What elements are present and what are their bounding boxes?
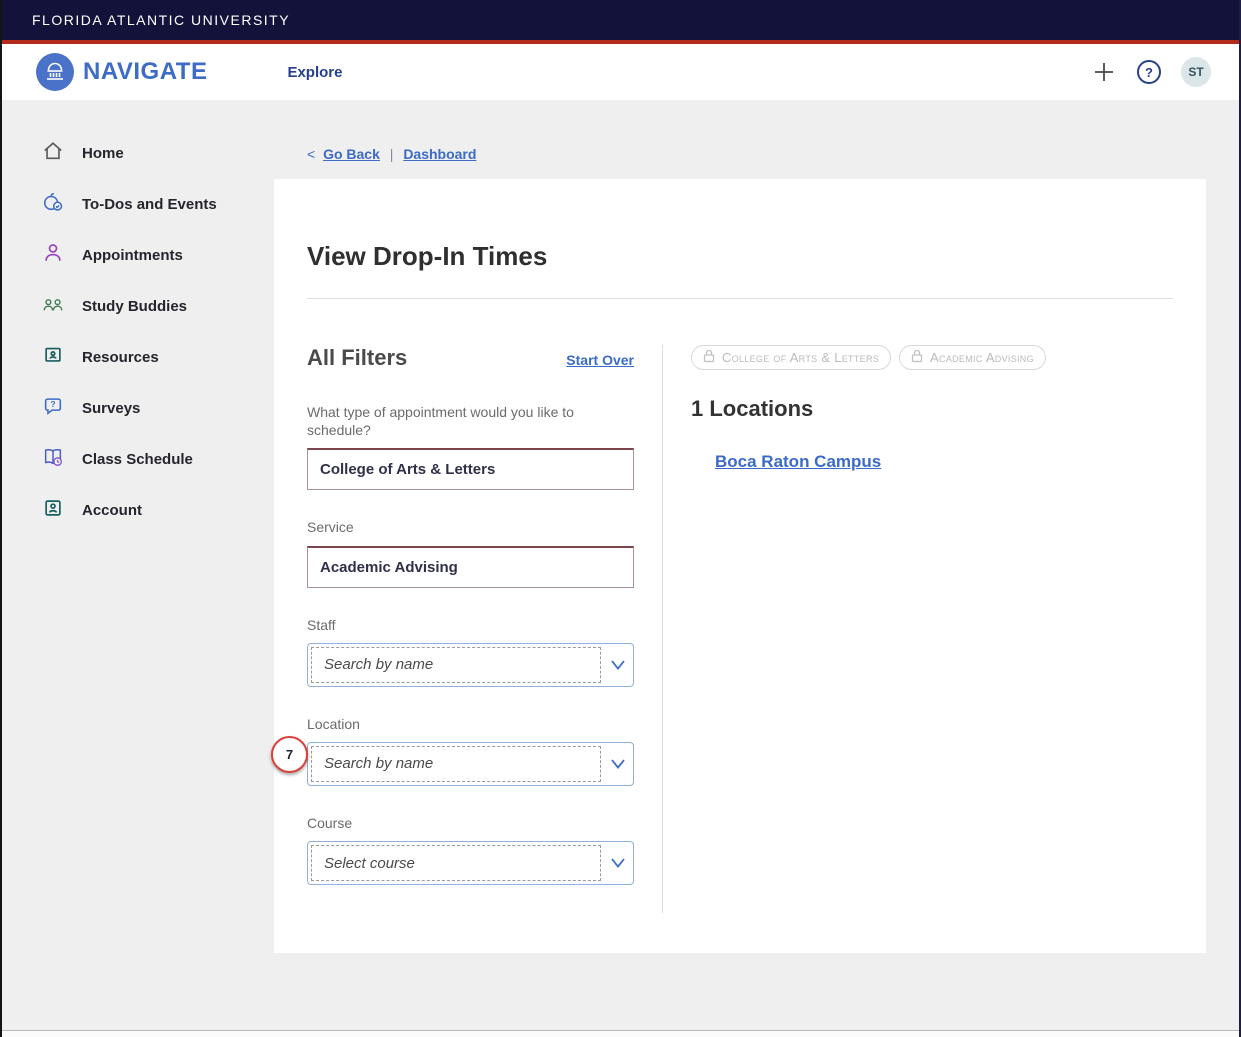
sidebar-item-label: To-Dos and Events (82, 196, 217, 213)
lock-icon (911, 349, 923, 366)
sidebar-nav: Home To-Dos and Events Appointments (2, 100, 274, 536)
page-title: View Drop-In Times (307, 241, 1173, 272)
location-dropdown[interactable]: 7 (307, 742, 634, 786)
course-field: Course (307, 814, 634, 885)
account-icon (42, 497, 64, 524)
appointment-type-label: What type of appointment would you like … (307, 403, 607, 439)
sidebar-item-study-buddies[interactable]: Study Buddies (2, 281, 274, 332)
todos-icon (42, 191, 64, 218)
filter-chip-label: College of Arts & Letters (722, 350, 879, 365)
back-chevron-icon: < (307, 146, 315, 162)
appointment-type-input[interactable] (307, 448, 634, 490)
resources-icon (42, 344, 64, 371)
sidebar-item-class-schedule[interactable]: Class Schedule (2, 434, 274, 485)
breadcrumb-separator: | (390, 146, 394, 162)
app-window: FLORIDA ATLANTIC UNIVERSITY NAVIGATE Exp… (0, 0, 1241, 1037)
sidebar-item-account[interactable]: Account (2, 485, 274, 536)
location-label: Location (307, 715, 607, 733)
service-field: Service (307, 518, 634, 587)
brand-name: NAVIGATE (83, 58, 207, 86)
location-search-input[interactable] (311, 746, 601, 782)
chevron-down-icon[interactable] (610, 659, 626, 671)
staff-field: Staff (307, 616, 634, 687)
chevron-down-icon[interactable] (610, 758, 626, 770)
home-icon (42, 140, 64, 167)
breadcrumb: < Go Back | Dashboard (307, 146, 1206, 162)
dashboard-link[interactable]: Dashboard (403, 146, 476, 162)
location-link-boca-raton[interactable]: Boca Raton Campus (715, 452, 881, 472)
university-top-bar: FLORIDA ATLANTIC UNIVERSITY (2, 0, 1239, 40)
staff-dropdown[interactable] (307, 643, 634, 687)
study-buddies-icon (42, 293, 64, 320)
course-dropdown[interactable] (307, 841, 634, 885)
content-area: Home To-Dos and Events Appointments (2, 100, 1239, 953)
sidebar-item-label: Resources (82, 349, 159, 366)
main-panel: < Go Back | Dashboard View Drop-In Times… (274, 100, 1239, 953)
surveys-icon: ? (42, 395, 64, 422)
app-header: NAVIGATE Explore ? ST (2, 44, 1239, 100)
sidebar-item-label: Class Schedule (82, 451, 193, 468)
locations-count-heading: 1 Locations (691, 396, 1173, 422)
user-avatar[interactable]: ST (1181, 57, 1211, 87)
filter-chip: Academic Advising (899, 345, 1046, 370)
svg-text:?: ? (50, 400, 55, 409)
filter-chip-label: Academic Advising (930, 350, 1034, 365)
university-name: FLORIDA ATLANTIC UNIVERSITY (32, 12, 290, 28)
location-field: Location 7 (307, 715, 634, 786)
sidebar-item-surveys[interactable]: ? Surveys (2, 383, 274, 434)
help-icon[interactable]: ? (1137, 60, 1161, 84)
sidebar-item-home[interactable]: Home (2, 128, 274, 179)
screenshot-bottom-edge (2, 1030, 1239, 1037)
nav-explore[interactable]: Explore (287, 64, 342, 81)
lock-icon (703, 349, 715, 366)
chevron-down-icon[interactable] (610, 857, 626, 869)
appointments-icon (42, 242, 64, 269)
drop-in-times-card: View Drop-In Times All Filters Start Ove… (274, 179, 1206, 953)
step-7-callout: 7 (271, 736, 308, 773)
service-input[interactable] (307, 546, 634, 588)
start-over-link[interactable]: Start Over (566, 352, 634, 368)
class-schedule-icon (42, 446, 64, 473)
sidebar-item-label: Surveys (82, 400, 140, 417)
results-panel: College of Arts & Letters Academic Advis… (691, 345, 1173, 913)
sidebar-item-label: Account (82, 502, 142, 519)
sidebar-item-label: Home (82, 145, 124, 162)
sidebar-item-resources[interactable]: Resources (2, 332, 274, 383)
title-divider (307, 298, 1173, 299)
navigate-logo[interactable]: NAVIGATE (36, 53, 207, 91)
sidebar-item-todos-events[interactable]: To-Dos and Events (2, 179, 274, 230)
go-back-link[interactable]: Go Back (323, 146, 380, 162)
column-divider (662, 345, 663, 913)
filters-heading: All Filters (307, 345, 407, 371)
sidebar-item-label: Study Buddies (82, 298, 187, 315)
staff-label: Staff (307, 616, 607, 634)
add-icon[interactable] (1091, 59, 1117, 85)
sidebar-item-label: Appointments (82, 247, 183, 264)
filter-chip: College of Arts & Letters (691, 345, 891, 370)
course-select-input[interactable] (311, 845, 601, 881)
rotunda-icon (36, 53, 74, 91)
header-actions: ? ST (1091, 57, 1211, 87)
service-label: Service (307, 518, 607, 536)
staff-search-input[interactable] (311, 647, 601, 683)
appointment-type-field: What type of appointment would you like … (307, 403, 634, 490)
locked-filter-chips: College of Arts & Letters Academic Advis… (691, 345, 1173, 370)
sidebar-item-appointments[interactable]: Appointments (2, 230, 274, 281)
course-label: Course (307, 814, 607, 832)
filters-panel: All Filters Start Over What type of appo… (307, 345, 634, 913)
